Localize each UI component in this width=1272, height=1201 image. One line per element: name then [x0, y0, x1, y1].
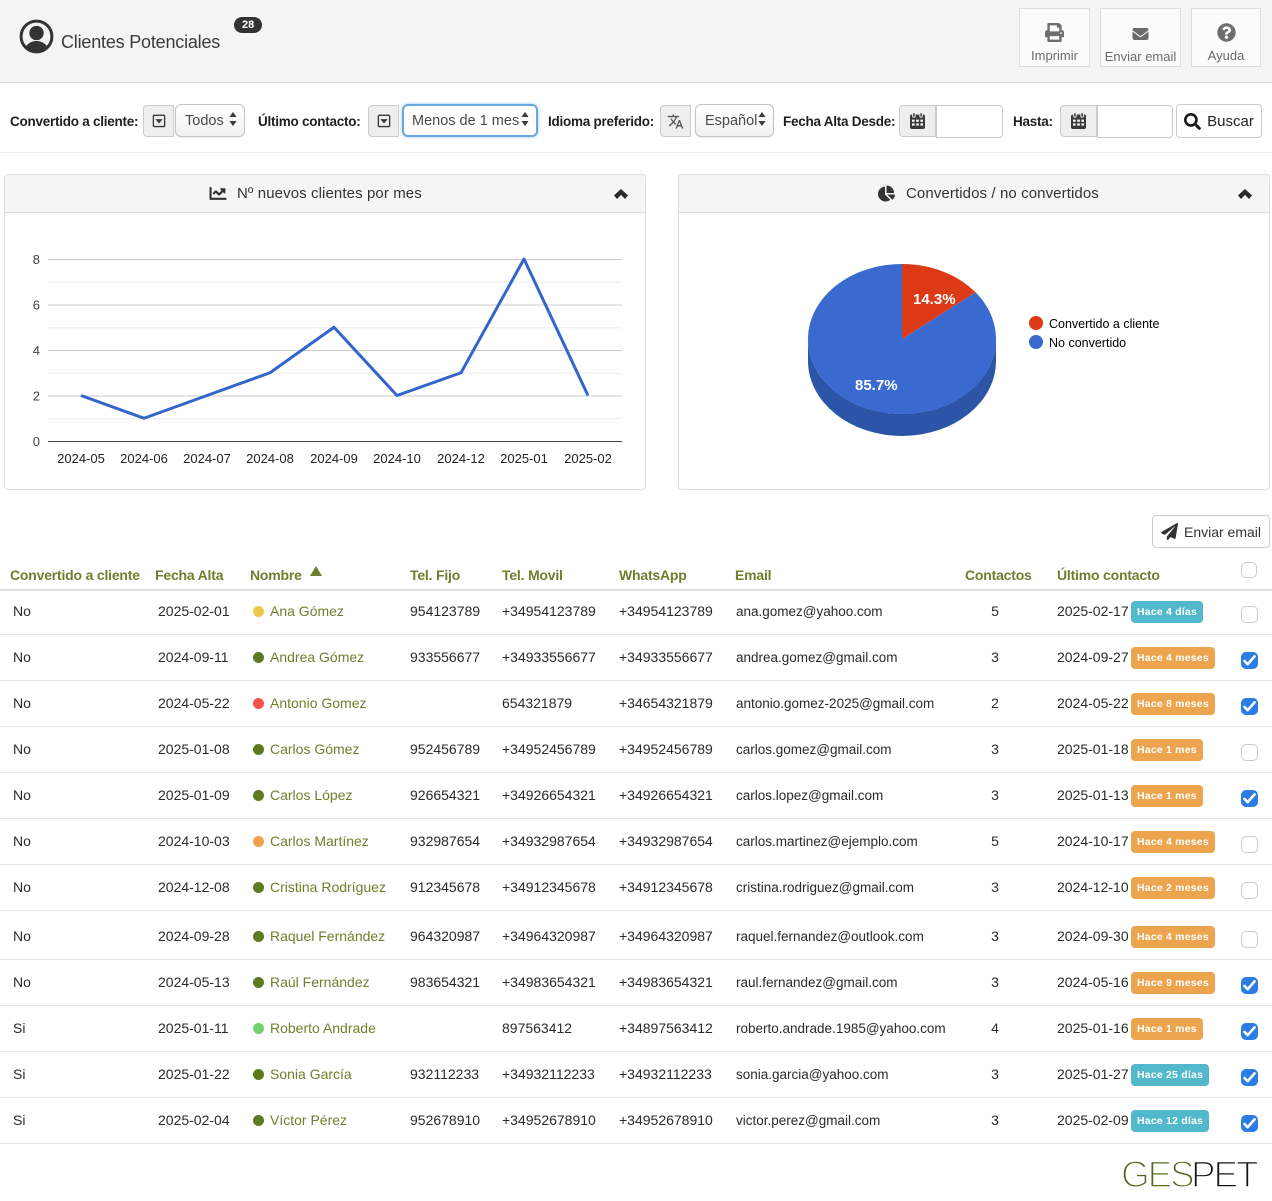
svg-text:4: 4 — [33, 343, 40, 358]
svg-text:2024-08: 2024-08 — [246, 451, 294, 466]
svg-text:PET: PET — [1191, 1154, 1258, 1195]
svg-text:Convertido a cliente: Convertido a cliente — [1049, 317, 1160, 331]
svg-text:2025-02: 2025-02 — [564, 451, 612, 466]
svg-text:GES: GES — [1121, 1154, 1193, 1195]
svg-text:2024-06: 2024-06 — [120, 451, 168, 466]
svg-text:2: 2 — [33, 389, 40, 404]
svg-text:85.7%: 85.7% — [855, 377, 898, 394]
svg-text:14.3%: 14.3% — [913, 291, 956, 308]
svg-text:2025-01: 2025-01 — [500, 451, 548, 466]
svg-text:2024-05: 2024-05 — [57, 451, 105, 466]
svg-text:2024-12: 2024-12 — [437, 451, 485, 466]
svg-text:No convertido: No convertido — [1049, 336, 1126, 350]
svg-text:2024-09: 2024-09 — [310, 451, 358, 466]
svg-text:6: 6 — [33, 298, 40, 313]
svg-text:8: 8 — [33, 252, 40, 267]
svg-text:2024-10: 2024-10 — [373, 451, 421, 466]
svg-text:2024-07: 2024-07 — [183, 451, 231, 466]
svg-text:0: 0 — [33, 434, 40, 449]
